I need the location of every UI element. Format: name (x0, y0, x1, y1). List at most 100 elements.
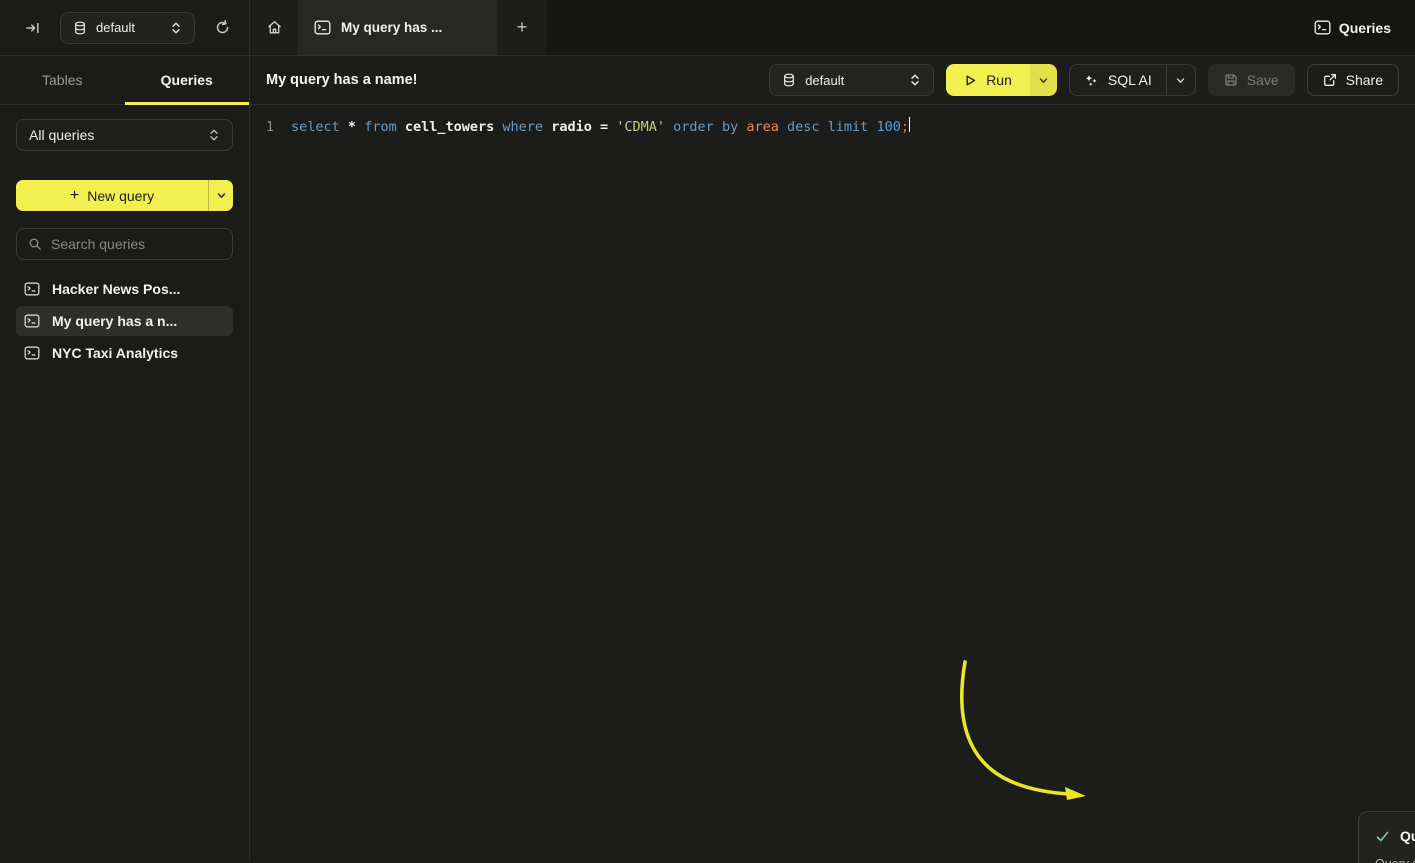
code-token: limit (828, 119, 869, 135)
refresh-button[interactable] (209, 15, 235, 41)
code-token (820, 119, 828, 135)
chevron-down-icon (216, 190, 227, 201)
main-panel: My query has a name! default (250, 56, 1415, 862)
text-cursor (909, 117, 911, 132)
refresh-icon (214, 19, 231, 36)
sparkles-icon (1084, 73, 1099, 88)
sidebar-body: All queries + New query (0, 105, 249, 382)
code-token (665, 119, 673, 135)
sidebar-tabs: Tables Queries (0, 56, 249, 105)
toast-message: Query saved successfully (1375, 857, 1415, 863)
topbar-left-section: default (0, 0, 250, 55)
app-shell: Tables Queries All queries + New query (0, 56, 1415, 862)
topbar-spacer (547, 0, 1290, 55)
sql-editor[interactable]: 1 select * from cell_towers where radio … (250, 105, 1415, 862)
sidebar: Tables Queries All queries + New query (0, 56, 250, 862)
play-icon (964, 74, 977, 87)
main-database-value: default (805, 73, 844, 88)
code-token: ; (901, 119, 909, 135)
top-bar: default (0, 0, 1415, 56)
share-icon (1323, 73, 1337, 87)
query-list: Hacker News Pos... My query has a n... (16, 274, 233, 368)
database-icon (73, 21, 87, 35)
code-token (592, 119, 600, 135)
sql-ai-button[interactable]: SQL AI (1070, 65, 1166, 95)
run-button[interactable]: Run (946, 64, 1030, 96)
share-button-label: Share (1346, 72, 1383, 88)
home-button[interactable] (250, 0, 298, 55)
code-token: desc (787, 119, 820, 135)
code-token: = (600, 119, 608, 135)
save-button[interactable]: Save (1208, 64, 1295, 96)
sql-ai-label: SQL AI (1108, 72, 1152, 88)
tab-tables-label: Tables (42, 72, 82, 88)
run-button-label: Run (986, 72, 1012, 88)
code-token: * (348, 119, 356, 135)
code-token: 100 (876, 119, 900, 135)
query-toolbar: My query has a name! default (250, 56, 1415, 105)
new-query-split-button: + New query (16, 180, 233, 211)
query-list-item[interactable]: NYC Taxi Analytics (16, 338, 233, 368)
plus-icon: + (70, 187, 79, 205)
code-tokens: select * from cell_towers where radio = … (291, 117, 909, 138)
run-dropdown-button[interactable] (1030, 64, 1057, 96)
code-token: radio (551, 119, 592, 135)
search-queries-field (16, 228, 233, 260)
topbar-database-selector[interactable]: default (60, 12, 195, 44)
home-icon (266, 19, 283, 36)
run-split-button: Run (946, 64, 1057, 96)
tab-queries-label: Queries (161, 72, 213, 88)
toast-query-saved: Query saved Query saved successfully (1358, 811, 1415, 863)
updown-chevrons-icon (170, 21, 182, 35)
collapse-sidebar-icon (25, 20, 41, 36)
code-token: by (722, 119, 738, 135)
queries-indicator: Queries (1290, 0, 1415, 55)
code-token (543, 119, 551, 135)
main-database-selector[interactable]: default (769, 64, 934, 96)
save-icon (1224, 73, 1238, 87)
code-token: cell_towers (405, 119, 494, 135)
toast-header: Query saved (1375, 828, 1415, 844)
share-button[interactable]: Share (1307, 64, 1399, 96)
chevron-down-icon (1038, 75, 1049, 86)
plus-icon: + (517, 17, 528, 38)
new-query-label: New query (87, 188, 154, 204)
tab-my-query[interactable]: My query has ... (298, 0, 497, 55)
tab-label: My query has ... (341, 20, 442, 35)
code-token: area (746, 119, 779, 135)
terminal-icon (24, 346, 40, 360)
code-token (714, 119, 722, 135)
terminal-icon (24, 314, 40, 328)
new-query-dropdown-button[interactable] (208, 180, 233, 211)
updown-chevrons-icon (208, 128, 220, 142)
new-query-button[interactable]: + New query (16, 180, 208, 211)
code-token: select (291, 119, 340, 135)
chevron-down-icon (1175, 75, 1186, 86)
new-tab-button[interactable]: + (497, 0, 547, 55)
query-filter-select[interactable]: All queries (16, 119, 233, 151)
sql-ai-dropdown-button[interactable] (1166, 65, 1195, 95)
code-token (340, 119, 348, 135)
code-token: where (502, 119, 543, 135)
query-title: My query has a name! (266, 72, 418, 88)
topbar-database-value: default (96, 20, 135, 35)
collapse-sidebar-button[interactable] (20, 15, 46, 41)
query-item-label: Hacker News Pos... (52, 281, 180, 297)
code-token (356, 119, 364, 135)
terminal-icon (24, 282, 40, 296)
query-filter-value: All queries (29, 127, 94, 143)
line-number: 1 (250, 117, 291, 138)
code-token: 'CDMA' (616, 119, 665, 135)
queries-indicator-label: Queries (1339, 20, 1391, 36)
tab-tables[interactable]: Tables (0, 56, 125, 104)
search-queries-input[interactable] (51, 236, 232, 252)
query-item-label: NYC Taxi Analytics (52, 345, 178, 361)
code-token (779, 119, 787, 135)
toolbar-actions: default Run (769, 64, 1399, 96)
query-list-item[interactable]: My query has a n... (16, 306, 233, 336)
search-icon (28, 237, 42, 251)
query-list-item[interactable]: Hacker News Pos... (16, 274, 233, 304)
updown-chevrons-icon (909, 73, 921, 87)
database-icon (782, 73, 796, 87)
tab-queries[interactable]: Queries (125, 56, 250, 104)
